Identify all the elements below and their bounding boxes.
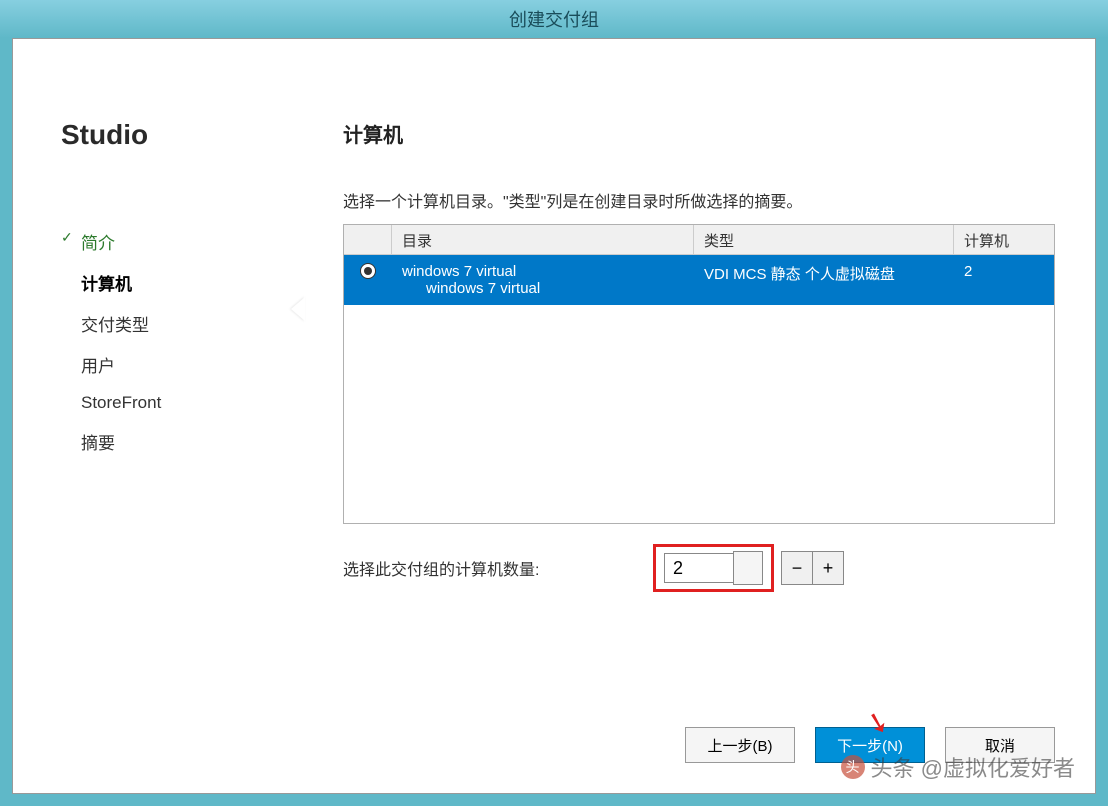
decrement-button[interactable]: − xyxy=(781,551,813,585)
step-label: 交付类型 xyxy=(81,316,149,335)
step-indicator-notch xyxy=(291,297,305,321)
spinner-track xyxy=(733,551,763,585)
step-users[interactable]: 用户 xyxy=(61,344,273,385)
catalog-table: 目录 类型 计算机 windows 7 virtual windows 7 vi… xyxy=(343,224,1055,524)
header-type[interactable]: 类型 xyxy=(694,225,954,254)
step-label: 摘要 xyxy=(81,434,115,453)
row-type: VDI MCS 静态 个人虚拟磁盘 xyxy=(694,261,954,286)
title-bar: 创建交付组 xyxy=(0,0,1108,38)
watermark-text: 头条 @虚拟化爱好者 xyxy=(871,751,1075,783)
catalog-name: windows 7 virtual xyxy=(402,263,684,280)
count-label: 选择此交付组的计算机数量: xyxy=(343,556,653,580)
back-button[interactable]: 上一步(B) xyxy=(685,727,795,763)
increment-button[interactable]: + xyxy=(812,551,844,585)
wizard-steps: 简介 计算机 交付类型 用户 StoreFront 摘要 xyxy=(61,221,273,462)
row-radio[interactable] xyxy=(344,261,392,281)
watermark-logo-icon: 头 xyxy=(841,755,865,779)
step-label: 计算机 xyxy=(81,275,132,294)
radio-dot-icon xyxy=(364,267,372,275)
step-summary[interactable]: 摘要 xyxy=(61,421,273,462)
dialog-container: Studio 简介 计算机 交付类型 用户 StoreFront 摘要 计算机 xyxy=(12,38,1096,794)
header-catalog[interactable]: 目录 xyxy=(392,225,694,254)
row-machines: 2 xyxy=(954,261,1054,282)
header-select xyxy=(344,225,392,254)
table-header: 目录 类型 计算机 xyxy=(344,225,1054,255)
spinner-buttons: − + xyxy=(782,551,844,585)
step-label: 用户 xyxy=(81,357,115,376)
step-introduction[interactable]: 简介 xyxy=(61,221,273,262)
radio-icon xyxy=(360,263,376,279)
step-delivery-type[interactable]: 交付类型 xyxy=(61,303,273,344)
header-machines[interactable]: 计算机 xyxy=(954,225,1054,254)
brand-title: Studio xyxy=(61,119,273,151)
step-machines[interactable]: 计算机 xyxy=(61,262,273,303)
count-input-highlight xyxy=(653,544,774,592)
machine-count-input[interactable] xyxy=(664,553,734,583)
page-title: 计算机 xyxy=(343,119,1055,148)
catalog-description: windows 7 virtual xyxy=(402,280,684,297)
step-label: StoreFront xyxy=(81,393,161,412)
row-catalog: windows 7 virtual windows 7 virtual xyxy=(392,261,694,299)
table-row[interactable]: windows 7 virtual windows 7 virtual VDI … xyxy=(344,255,1054,305)
main-content: 计算机 选择一个计算机目录。"类型"列是在创建目录时所做选择的摘要。 目录 类型… xyxy=(303,39,1095,793)
step-storefront[interactable]: StoreFront xyxy=(61,385,273,421)
machine-count-row: 选择此交付组的计算机数量: − + xyxy=(343,544,1055,592)
step-label: 简介 xyxy=(81,234,115,253)
watermark: 头 头条 @虚拟化爱好者 xyxy=(841,751,1075,783)
instruction-text: 选择一个计算机目录。"类型"列是在创建目录时所做选择的摘要。 xyxy=(343,188,1055,212)
wizard-sidebar: Studio 简介 计算机 交付类型 用户 StoreFront 摘要 xyxy=(13,39,303,793)
window-title: 创建交付组 xyxy=(509,6,599,32)
